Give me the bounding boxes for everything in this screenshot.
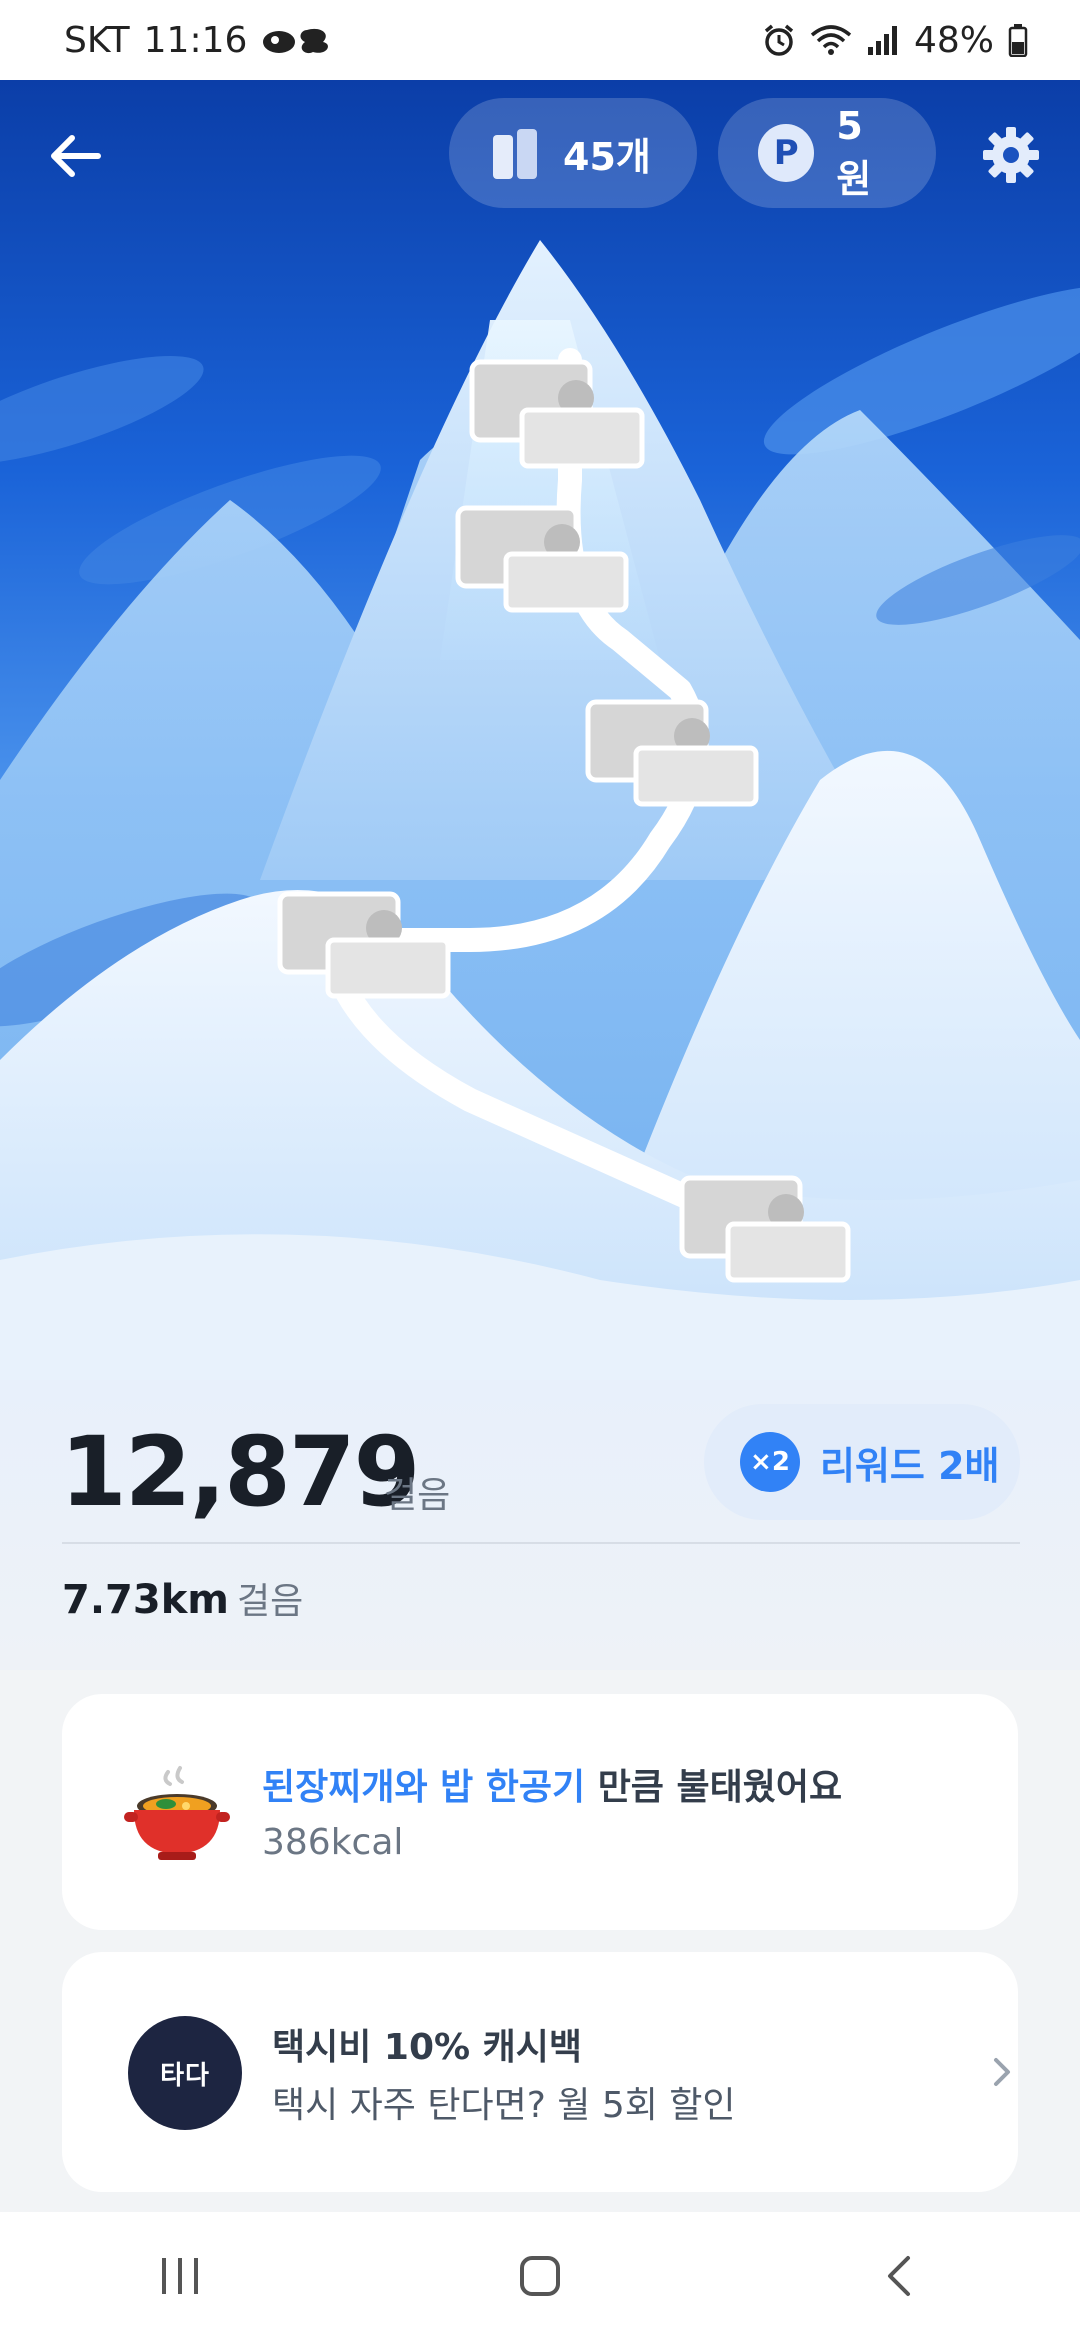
nav-back-icon: [888, 2256, 910, 2296]
divider: [62, 1542, 1020, 1544]
calorie-title: 된장찌개와 밥 한공기 만큼 불태웠어요: [262, 1758, 842, 1810]
battery-icon: [1008, 23, 1028, 57]
carrier-label: SKT: [64, 19, 130, 61]
stew-pot-icon: [124, 1766, 230, 1860]
status-bar: SKT 11:16 48%: [0, 0, 1080, 80]
step-count: 12,879: [60, 1416, 420, 1528]
system-back-button[interactable]: [840, 2231, 960, 2321]
reward-label: 리워드 2배: [820, 1443, 1000, 1488]
taxi-promo-card[interactable]: 타다 택시비 10% 캐시백 택시 자주 탄다면? 월 5회 할인: [62, 1952, 1018, 2192]
points-label: 5원: [836, 103, 872, 201]
alarm-icon: [762, 23, 796, 57]
points-pill[interactable]: P 5원: [718, 98, 936, 208]
calorie-value: 386kcal: [262, 1822, 404, 1863]
recent-apps-icon: [162, 2258, 198, 2294]
home-icon: [520, 2256, 560, 2296]
signal-icon: [866, 23, 900, 57]
promo-subtitle: 택시 자주 탄다면? 월 5회 할인: [272, 2085, 736, 2126]
gift-box-icon: [493, 129, 537, 179]
clock: 11:16: [143, 19, 248, 61]
recent-apps-button[interactable]: [120, 2231, 240, 2321]
distance: 7.73km 걸음: [62, 1572, 303, 1624]
promo-title: 택시비 10% 캐시백: [272, 2027, 582, 2068]
back-button[interactable]: [42, 124, 106, 188]
status-left: SKT 11:16: [64, 20, 345, 61]
calorie-title-rest: 만큼 불태웠어요: [585, 1767, 843, 1808]
double-reward-button[interactable]: ×2 리워드 2배: [704, 1404, 1020, 1520]
tada-logo: 타다: [128, 2016, 242, 2130]
x2-badge: ×2: [740, 1432, 800, 1492]
gear-icon: [983, 127, 1039, 183]
box-count-label: 45개: [563, 134, 651, 179]
wifi-icon: [810, 23, 852, 57]
distance-value: 7.73km: [62, 1577, 229, 1623]
notification-icons: [261, 22, 345, 58]
arrow-left-icon: [51, 135, 101, 177]
distance-unit: 걸음: [236, 1581, 304, 1622]
calorie-card: 된장찌개와 밥 한공기 만큼 불태웠어요 386kcal: [62, 1694, 1018, 1930]
top-bar: 45개 P 5원: [0, 80, 1080, 230]
points-icon: P: [758, 124, 815, 182]
calorie-food: 된장찌개와 밥 한공기: [262, 1767, 586, 1808]
settings-button[interactable]: [976, 120, 1046, 190]
box-count-pill[interactable]: 45개: [449, 98, 697, 208]
chevron-right-icon: [994, 2058, 1010, 2086]
mountain-hero: [0, 80, 1080, 1380]
mountain-illustration: [0, 240, 1080, 1380]
step-unit: 걸음: [384, 1475, 451, 1516]
step-summary: 12,879 걸음 ×2 리워드 2배 7.73km 걸음: [0, 1380, 1080, 1670]
system-nav-bar: [0, 2212, 1080, 2340]
battery-percent: 48%: [913, 19, 994, 61]
home-button[interactable]: [480, 2231, 600, 2321]
status-right: 48%: [762, 20, 1028, 61]
